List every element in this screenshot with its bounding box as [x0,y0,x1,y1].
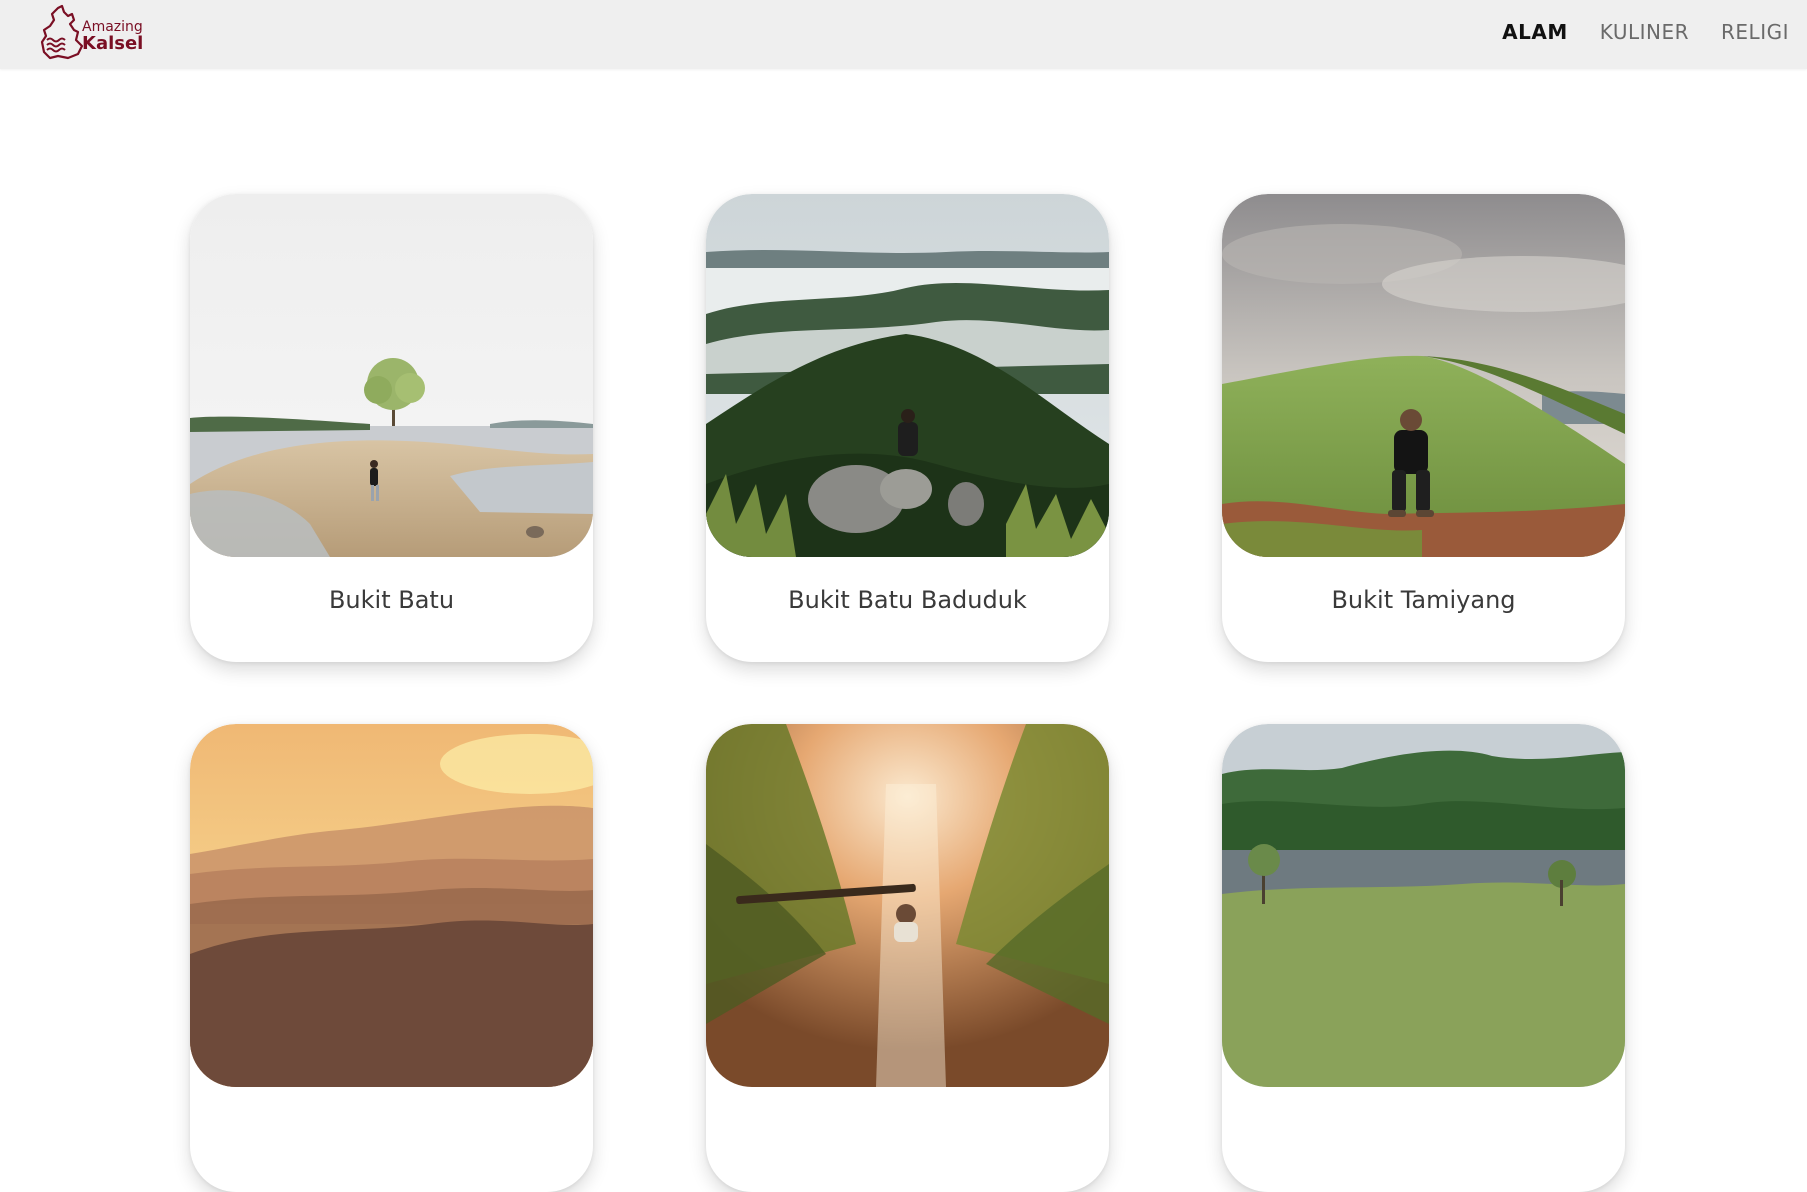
destination-card-bukit-batu-baduduk[interactable]: Bukit Batu Baduduk [706,194,1109,662]
destination-grid: Bukit Batu Bukit Batu Baduduk Bukit Tami… [190,194,1626,1192]
nav-link-religi[interactable]: RELIGI [1721,20,1789,44]
destination-card-bukit-tamiyang[interactable]: Bukit Tamiyang [1222,194,1625,662]
top-navbar: Amazing Kalsel ALAM KULINER RELIGI [0,0,1807,69]
destination-card[interactable] [190,724,593,1192]
sunlit-waterfall-canyon-photo [706,724,1109,1087]
golden-sunrise-mountains-photo [190,724,593,1087]
green-hills-lake-photo [1222,724,1625,1087]
brand-wordmark: Amazing Kalsel [82,20,143,53]
destination-card[interactable] [706,724,1109,1192]
brand-logo[interactable]: Amazing Kalsel [38,2,150,62]
card-title: Bukit Batu [328,586,455,614]
misty-forest-hills-photo [706,194,1109,557]
card-title: Bukit Tamiyang [1331,586,1516,614]
card-title: Bukit Batu Baduduk [788,586,1027,614]
destination-card-bukit-batu[interactable]: Bukit Batu [190,194,593,662]
destination-card[interactable] [1222,724,1625,1192]
nav-link-kuliner[interactable]: KULINER [1600,20,1689,44]
lake-tree-hiker-photo [190,194,593,557]
nav-link-alam[interactable]: ALAM [1502,20,1568,44]
brand-line1: Amazing [82,19,143,35]
grassy-hill-man-sitting-photo [1222,194,1625,557]
brand-line2: Kalsel [82,33,144,54]
main-nav: ALAM KULINER RELIGI [1502,0,1789,64]
